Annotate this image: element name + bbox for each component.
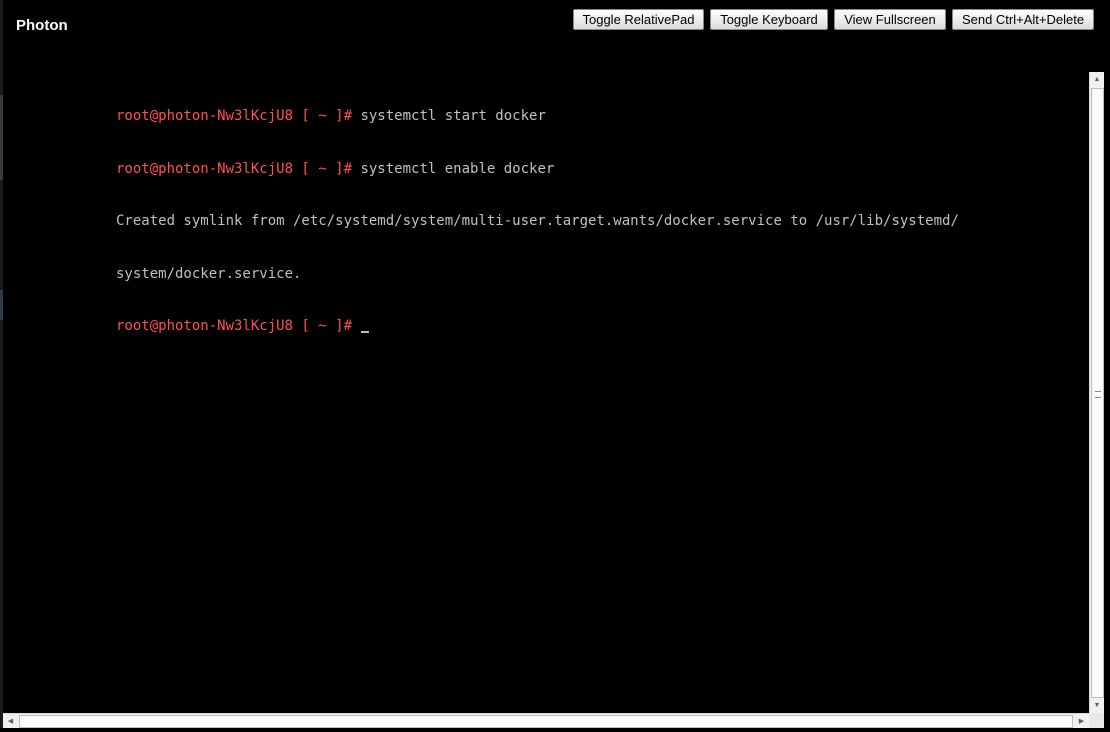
output-text: system/docker.service.: [116, 265, 302, 282]
toggle-relativepad-button[interactable]: Toggle RelativePad: [573, 9, 704, 30]
terminal-line: root@photon-Nw3lKcjU8 [ ~ ]# systemctl e…: [116, 161, 1086, 179]
terminal-line: system/docker.service.: [116, 266, 1086, 284]
text-cursor: [361, 331, 370, 333]
terminal-line: root@photon-Nw3lKcjU8 [ ~ ]# systemctl s…: [116, 108, 1086, 126]
terminal-line: root@photon-Nw3lKcjU8 [ ~ ]#: [116, 318, 1086, 336]
send-ctrl-alt-delete-button[interactable]: Send Ctrl+Alt+Delete: [952, 9, 1094, 30]
vertical-scrollbar[interactable]: ▲ ▼: [1089, 72, 1104, 713]
toggle-keyboard-button[interactable]: Toggle Keyboard: [710, 9, 828, 30]
terminal-line: Created symlink from /etc/systemd/system…: [116, 213, 1086, 231]
triangle-up-icon[interactable]: ▲: [1090, 72, 1104, 87]
shell-prompt: root@photon-Nw3lKcjU8 [ ~ ]#: [116, 108, 353, 124]
output-text: Created symlink from /etc/systemd/system…: [116, 213, 959, 229]
triangle-down-icon[interactable]: ▼: [1090, 698, 1104, 713]
command-text: systemctl start docker: [352, 108, 546, 124]
scrollbar-corner: [1089, 713, 1104, 728]
command-text: [352, 318, 360, 334]
horizontal-scroll-thumb[interactable]: [19, 715, 1073, 728]
window-left-edge-mark: [0, 95, 3, 180]
vertical-scroll-thumb[interactable]: [1091, 88, 1104, 698]
view-fullscreen-button[interactable]: View Fullscreen: [834, 9, 946, 30]
command-text: systemctl enable docker: [352, 160, 555, 177]
window-bottom-edge: [0, 728, 1110, 732]
horizontal-scrollbar[interactable]: ◀ ▶: [3, 713, 1089, 728]
triangle-right-icon[interactable]: ▶: [1074, 714, 1089, 729]
window-left-edge-mark: [0, 290, 3, 320]
app-title: Photon: [16, 17, 68, 34]
triangle-left-icon[interactable]: ◀: [3, 714, 18, 729]
grip-icon: [1095, 391, 1101, 398]
shell-prompt: root@photon-Nw3lKcjU8 [ ~ ]#: [116, 160, 353, 177]
terminal-console[interactable]: root@photon-Nw3lKcjU8 [ ~ ]# systemctl s…: [116, 73, 1086, 353]
shell-prompt: root@photon-Nw3lKcjU8 [ ~ ]#: [116, 318, 353, 334]
